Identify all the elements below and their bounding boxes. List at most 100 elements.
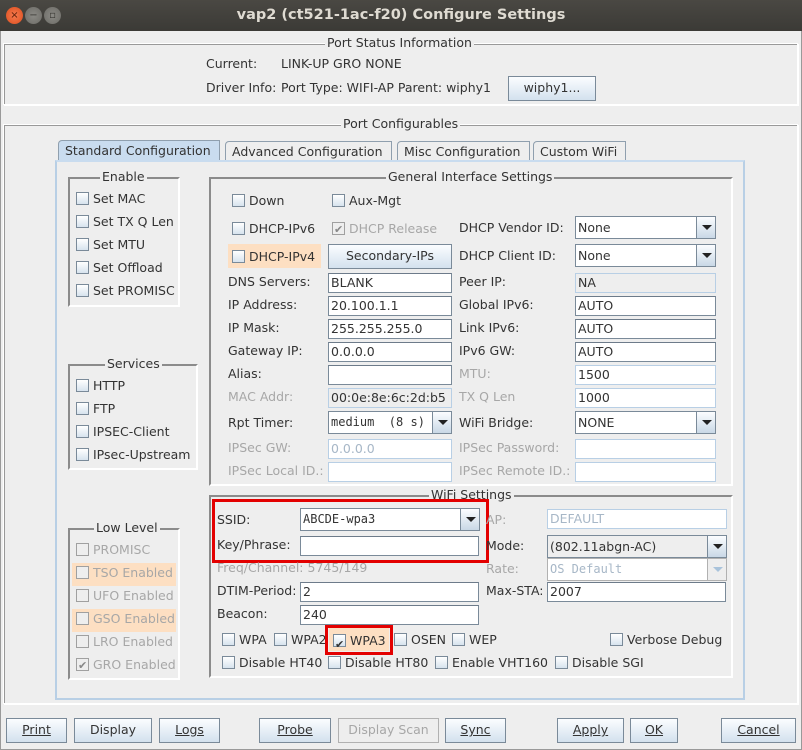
tab-advanced-configuration[interactable]: Advanced Configuration — [225, 141, 392, 162]
wpa-checkbox[interactable]: WPA — [222, 630, 267, 649]
logs-button[interactable]: Logs — [159, 718, 220, 743]
ftp-checkbox[interactable]: FTP — [76, 399, 190, 422]
set-txqlen-checkbox[interactable]: Set TX Q Len — [76, 212, 175, 235]
ip-address-field[interactable]: 20.100.1.1 — [328, 296, 452, 316]
secondary-ips-button[interactable]: Secondary-IPs — [328, 244, 452, 269]
probe-button[interactable]: Probe — [259, 718, 331, 743]
enable-title: Enable — [100, 169, 147, 184]
sync-button[interactable]: Sync — [445, 718, 506, 743]
apply-button[interactable]: Apply — [557, 718, 624, 743]
osen-checkbox[interactable]: OSEN — [394, 630, 446, 649]
rpt-timer-select[interactable]: medium (8 s) — [328, 411, 452, 434]
rate-select[interactable]: OS Default — [547, 558, 727, 581]
set-promisc-checkbox[interactable]: Set PROMISC — [76, 281, 175, 304]
ip-mask-field[interactable]: 255.255.255.0 — [328, 319, 452, 339]
lro-enabled-checkbox[interactable]: LRO Enabled — [72, 632, 176, 655]
disable-ht80-checkbox[interactable]: Disable HT80 — [328, 653, 428, 672]
mtu-label: MTU: — [459, 366, 491, 381]
http-checkbox[interactable]: HTTP — [76, 376, 190, 399]
max-sta-field[interactable]: 2007 — [547, 582, 726, 602]
chevron-down-icon[interactable] — [707, 559, 726, 580]
ipsec-password-field[interactable] — [575, 439, 716, 459]
checkmark-icon — [76, 657, 89, 675]
ipsec-remote-id-field[interactable] — [575, 462, 716, 482]
global-ipv6-label: Global IPv6: — [459, 297, 534, 312]
checkbox-icon — [232, 250, 245, 263]
dhcp-client-select[interactable]: None — [575, 244, 716, 267]
ipsec-upstream-checkbox[interactable]: IPsec-Upstream — [76, 445, 190, 468]
mode-select[interactable]: (802.11abgn-AC) — [547, 535, 727, 558]
dns-servers-field[interactable]: BLANK — [328, 273, 452, 293]
display-scan-button[interactable]: Display Scan — [338, 718, 439, 743]
minimize-window-icon[interactable]: − — [25, 7, 42, 24]
ipsec-client-checkbox[interactable]: IPSEC-Client — [76, 422, 190, 445]
disable-sgi-checkbox[interactable]: Disable SGI — [555, 653, 644, 672]
set-mac-checkbox[interactable]: Set MAC — [76, 189, 175, 212]
chevron-down-icon[interactable] — [696, 217, 715, 238]
ipsec-gw-field[interactable]: 0.0.0.0 — [328, 439, 452, 459]
ipsec-local-id-field[interactable] — [328, 462, 452, 482]
chevron-down-icon[interactable] — [696, 412, 715, 433]
set-mtu-checkbox[interactable]: Set MTU — [76, 235, 175, 258]
down-checkbox[interactable]: Down — [232, 191, 284, 210]
ap-field[interactable]: DEFAULT — [547, 509, 727, 529]
dhcp-ipv6-checkbox[interactable]: DHCP-IPv6 — [232, 219, 315, 238]
driver-info-value: Port Type: WIFI-AP Parent: wiphy1 — [281, 80, 491, 95]
checkbox-icon — [76, 238, 89, 251]
tso-enabled-checkbox[interactable]: TSO Enabled — [72, 563, 176, 586]
display-button[interactable]: Display — [74, 718, 152, 743]
ipv6-gw-label: IPv6 GW: — [459, 343, 516, 358]
checkbox-icon — [76, 192, 89, 205]
checkbox-icon — [76, 284, 89, 297]
promisc-checkbox[interactable]: PROMISC — [72, 540, 176, 563]
dtim-period-field[interactable]: 2 — [300, 582, 479, 602]
checkbox-icon — [76, 215, 89, 228]
window-titlebar: vap2 (ct521-1ac-f20) Configure Settings — [0, 0, 802, 31]
beacon-label: Beacon: — [217, 606, 268, 621]
cancel-button[interactable]: Cancel — [721, 718, 796, 743]
dhcp-release-checkbox[interactable]: DHCP Release — [332, 219, 437, 239]
mode-label: Mode: — [486, 538, 525, 553]
gso-enabled-checkbox[interactable]: GSO Enabled — [72, 609, 176, 632]
rate-label: Rate: — [486, 561, 519, 576]
wpa2-checkbox[interactable]: WPA2 — [274, 630, 327, 649]
checkbox-icon — [610, 633, 623, 646]
wifi-bridge-select[interactable]: NONE — [575, 411, 716, 434]
close-window-icon[interactable]: × — [6, 7, 23, 24]
checkbox-icon — [76, 402, 89, 415]
beacon-field[interactable]: 240 — [300, 605, 479, 625]
gro-enabled-checkbox[interactable]: GRO Enabled — [72, 655, 176, 678]
checkbox-icon — [76, 566, 89, 579]
checkbox-icon — [76, 589, 89, 602]
parent-wiphy-button[interactable]: wiphy1... — [508, 76, 596, 101]
chevron-down-icon[interactable] — [696, 245, 715, 266]
aux-mgt-checkbox[interactable]: Aux-Mgt — [332, 191, 401, 210]
disable-ht40-checkbox[interactable]: Disable HT40 — [222, 653, 322, 672]
mtu-field[interactable]: 1500 — [575, 365, 716, 385]
maximize-window-icon[interactable]: ▫ — [44, 7, 61, 24]
wep-checkbox[interactable]: WEP — [452, 630, 497, 649]
ipv6-gw-field[interactable]: AUTO — [575, 342, 716, 362]
tab-misc-configuration[interactable]: Misc Configuration — [397, 141, 530, 162]
chevron-down-icon[interactable] — [707, 536, 726, 557]
txq-len-field[interactable]: 1000 — [575, 388, 716, 408]
ok-button[interactable]: OK — [630, 718, 678, 743]
verbose-debug-checkbox[interactable]: Verbose Debug — [610, 630, 722, 649]
checkbox-icon — [76, 379, 89, 392]
dhcp-ipv4-checkbox[interactable]: DHCP-IPv4 — [228, 244, 321, 268]
low-level-list: PROMISC TSO Enabled UFO Enabled GSO Enab… — [72, 540, 176, 678]
link-ipv6-field[interactable]: AUTO — [575, 319, 716, 339]
chevron-down-icon[interactable] — [432, 412, 451, 433]
alias-field[interactable] — [328, 365, 452, 385]
tab-custom-wifi[interactable]: Custom WiFi — [533, 141, 626, 162]
ufo-enabled-checkbox[interactable]: UFO Enabled — [72, 586, 176, 609]
dhcp-vendor-select[interactable]: None — [575, 216, 716, 239]
print-button[interactable]: Print — [6, 718, 67, 743]
ipsec-local-id-label: IPSec Local ID.: — [228, 463, 324, 478]
set-offload-checkbox[interactable]: Set Offload — [76, 258, 175, 281]
gateway-ip-field[interactable]: 0.0.0.0 — [328, 342, 452, 362]
enable-vht160-checkbox[interactable]: Enable VHT160 — [435, 653, 548, 672]
tab-standard-configuration[interactable]: Standard Configuration — [58, 140, 220, 162]
peer-ip-field: NA — [575, 273, 716, 293]
global-ipv6-field[interactable]: AUTO — [575, 296, 716, 316]
